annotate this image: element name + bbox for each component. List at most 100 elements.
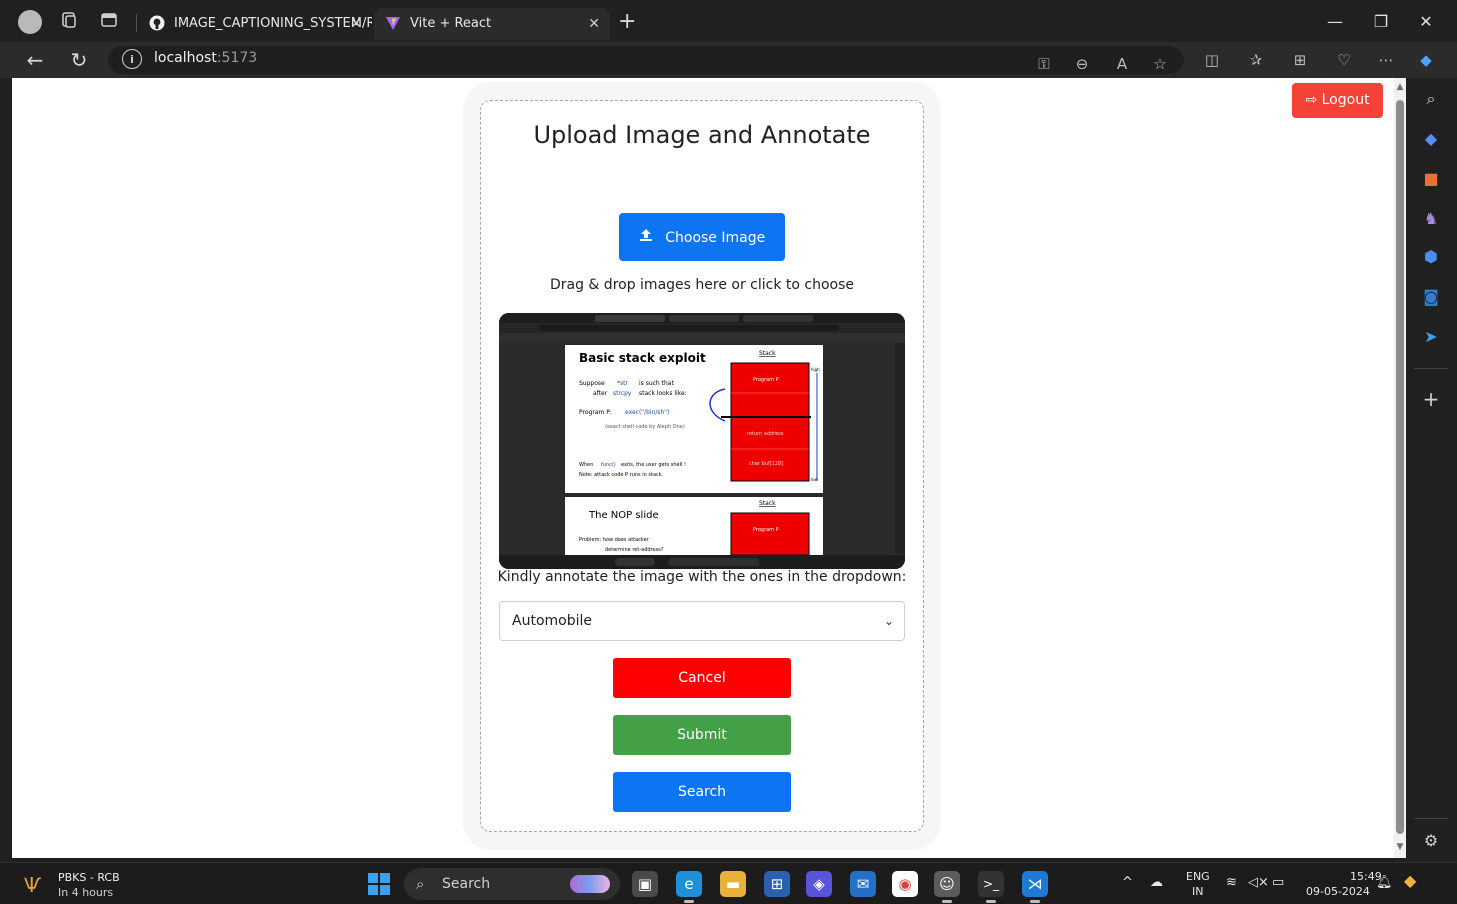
weather-widget[interactable]: Ѱ PBKS - RCB In 4 hours [22, 869, 132, 901]
favorite-star-icon[interactable]: ☆ [1148, 52, 1172, 76]
taskbar-search-label: Search [442, 876, 491, 892]
language-indicator-bottom[interactable]: IN [1192, 885, 1203, 898]
clock-date[interactable]: 09-05-2024 [1306, 885, 1370, 898]
workspaces-icon[interactable] [58, 11, 80, 33]
mail-icon[interactable]: ✉ [850, 871, 876, 897]
windows-start-icon[interactable] [368, 873, 390, 895]
logout-button[interactable]: ⇨ Logout [1292, 83, 1383, 118]
send-icon[interactable]: ➤ [1418, 324, 1444, 350]
site-info-icon[interactable]: i [122, 49, 142, 69]
copilot-preview-icon[interactable]: ◆ [1404, 871, 1416, 890]
return-address-label: return address [747, 431, 784, 437]
weather-title: PBKS - RCB [58, 871, 120, 884]
notification-bell-icon[interactable]: 🔔︎ [1376, 875, 1393, 890]
read-aloud-icon[interactable]: A [1110, 52, 1134, 76]
stack-label: Stack [759, 350, 776, 357]
github-icon [148, 15, 166, 33]
language-indicator-top[interactable]: ENG [1186, 870, 1210, 883]
games-icon[interactable]: ♞ [1418, 206, 1444, 232]
close-tab-icon[interactable]: ✕ [588, 8, 600, 40]
chevron-down-icon: ⌄ [883, 614, 894, 628]
scroll-up-icon[interactable]: ▲ [1395, 82, 1405, 92]
key-icon[interactable]: ⚿ [1032, 52, 1056, 76]
task-view-icon[interactable]: ▣ [632, 871, 658, 897]
page-scrollbar[interactable]: ▲ ▼ [1394, 78, 1406, 858]
github-desktop-icon[interactable]: ☺ [934, 871, 960, 903]
collections-icon[interactable]: ⊞ [1288, 48, 1312, 72]
taskbar-search[interactable]: ⌕ Search [404, 868, 620, 900]
outlook-icon[interactable]: ◙ [1418, 284, 1444, 310]
windows-taskbar: Ѱ PBKS - RCB In 4 hours ⌕ Search ▣ e ▬ ⊞… [0, 862, 1457, 904]
zoom-out-icon[interactable]: ⊖ [1070, 52, 1094, 76]
wifi-icon[interactable]: ≋ [1226, 875, 1237, 890]
submit-button[interactable]: Submit [613, 715, 791, 755]
restore-icon[interactable]: ❐ [1366, 10, 1396, 34]
back-arrow-icon[interactable]: ← [22, 47, 48, 73]
onedrive-icon[interactable]: ☁ [1150, 875, 1163, 890]
annotate-instructions: Kindly annotate the image with the ones … [497, 569, 907, 585]
address-bar: ← ↻ i localhost:5173 ⚿ ⊖ A ☆ ◫ ✰ ⊞ ♡ ⋯ ◆ [0, 42, 1457, 78]
char-buf-label: char buf[128] [749, 461, 783, 467]
split-screen-icon[interactable]: ◫ [1200, 48, 1224, 72]
vite-icon [384, 15, 402, 33]
refresh-icon[interactable]: ↻ [66, 47, 92, 73]
edge-sidebar: ⌕ ◆ ■ ♞ ⬢ ◙ ➤ + ⚙ [1406, 78, 1457, 858]
slide1-line1c: is such that [639, 380, 674, 387]
url-text: localhost:5173 [154, 50, 258, 66]
logout-label: Logout [1321, 92, 1370, 108]
copilot-sidebar-icon[interactable]: ⬢ [1418, 244, 1444, 270]
upload-card[interactable]: Upload Image and Annotate Choose Image D… [480, 100, 924, 832]
slide1-line5c: exits, the user gets shell ! [621, 462, 686, 468]
browser-titlebar: IMAGE_CAPTIONING_SYSTEM/RE ✕ Vite + Reac… [0, 0, 1457, 42]
tab-vite-react[interactable]: Vite + React ✕ [374, 8, 610, 40]
edge-browser-icon[interactable]: e [676, 871, 702, 903]
sidebar-search-icon[interactable]: ⌕ [1418, 86, 1444, 112]
more-menu-icon[interactable]: ⋯ [1374, 48, 1398, 72]
logout-icon: ⇨ [1305, 92, 1318, 108]
close-tab-icon[interactable]: ✕ [350, 8, 362, 40]
minimize-icon[interactable]: — [1320, 10, 1350, 34]
slide2-line1: Problem: how does attacker [579, 537, 650, 543]
tools-briefcase-icon[interactable]: ■ [1418, 166, 1444, 192]
tray-chevron-up-icon[interactable]: ^ [1122, 875, 1133, 890]
file-explorer-icon[interactable]: ▬ [720, 871, 746, 897]
tab-actions-icon[interactable] [98, 11, 120, 33]
close-window-icon[interactable]: ✕ [1411, 10, 1441, 34]
screen: IMAGE_CAPTIONING_SYSTEM/RE ✕ Vite + Reac… [0, 0, 1457, 904]
vscode-icon[interactable]: ⋊ [1022, 871, 1048, 903]
tab-label: Vite + React [410, 16, 492, 31]
terminal-icon[interactable]: >_ [978, 871, 1004, 903]
program-p-label-2: Program P [753, 527, 779, 533]
upload-icon [639, 213, 653, 261]
drag-drop-hint: Drag & drop images here or click to choo… [549, 277, 855, 293]
tab-github[interactable]: IMAGE_CAPTIONING_SYSTEM/RE ✕ [138, 8, 372, 40]
scrollbar-thumb[interactable] [1396, 100, 1404, 834]
cancel-button[interactable]: Cancel [613, 658, 791, 698]
copilot-icon[interactable]: ◆ [1414, 48, 1438, 72]
annotation-select[interactable]: Automobile ⌄ [499, 601, 905, 641]
search-icon: ⌕ [416, 875, 425, 893]
url-field[interactable]: i localhost:5173 ⚿ ⊖ A ☆ [108, 46, 1184, 74]
new-tab-button[interactable]: + [618, 10, 636, 34]
microsoft-store-icon[interactable]: ⊞ [764, 871, 790, 897]
slide1-title: Basic stack exploit [579, 351, 706, 365]
slide2-title: The NOP slide [588, 510, 659, 521]
scroll-down-icon[interactable]: ▼ [1395, 842, 1405, 852]
add-sidebar-app-icon[interactable]: + [1418, 386, 1444, 412]
slide1-line1b: *str [617, 380, 628, 387]
preview-image: Basic stack exploit Suppose *str is such… [499, 313, 905, 569]
speaker-muted-icon[interactable]: ◁× [1248, 875, 1269, 890]
search-button[interactable]: Search [613, 772, 791, 812]
shopping-tag-icon[interactable]: ◆ [1418, 126, 1444, 152]
choose-image-button[interactable]: Choose Image [619, 213, 785, 261]
favorites-icon[interactable]: ✰ [1244, 48, 1268, 72]
gear-icon[interactable]: ⚙ [1418, 828, 1444, 854]
battery-icon[interactable]: ▭ [1272, 875, 1284, 890]
slide1-line2c: stack looks like: [639, 390, 687, 397]
profile-avatar[interactable] [18, 10, 42, 34]
sidebar-divider-bottom [1414, 818, 1448, 819]
copilot-taskbar-icon[interactable]: ◈ [806, 871, 832, 897]
chrome-icon[interactable]: ◉ [892, 871, 918, 897]
slide1-line3b: exec("/bin/sh") [625, 409, 669, 416]
browser-essentials-icon[interactable]: ♡ [1332, 48, 1356, 72]
